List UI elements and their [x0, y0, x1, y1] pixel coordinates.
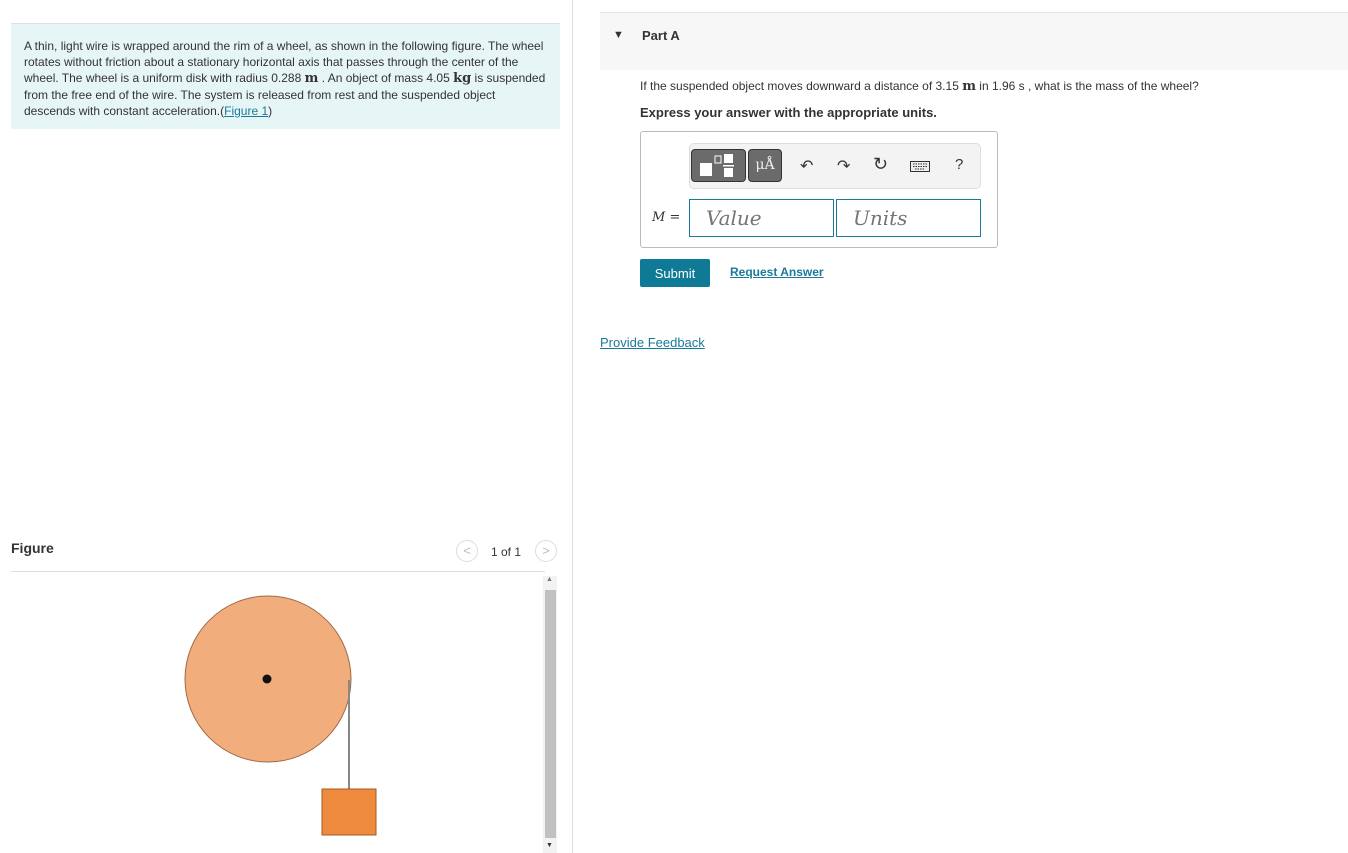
problem-statement: A thin, light wire is wrapped around the…	[11, 23, 560, 129]
undo-icon[interactable]: ↶	[800, 156, 813, 176]
help-button[interactable]: ?	[955, 156, 963, 173]
axle	[262, 674, 272, 684]
value-input[interactable]	[689, 199, 834, 237]
question-part: If the suspended object moves downward a…	[640, 79, 963, 93]
part-title: Part A	[642, 28, 680, 43]
instructions: Express your answer with the appropriate…	[640, 105, 937, 120]
prev-figure-button[interactable]: <	[456, 540, 478, 562]
units-input[interactable]	[836, 199, 981, 237]
redo-icon[interactable]: ↷	[837, 156, 850, 176]
unit: m	[962, 79, 976, 94]
problem-text: )	[268, 104, 273, 118]
answer-label: M =	[652, 209, 680, 225]
scroll-down-icon[interactable]: ▼	[546, 842, 553, 849]
question-text: If the suspended object moves downward a…	[640, 79, 1199, 94]
question-part: in 1.96 s , what is the mass of the whee…	[975, 79, 1199, 93]
divider	[11, 571, 545, 572]
unit: kg	[453, 71, 472, 86]
keyboard-icon[interactable]	[910, 161, 930, 172]
figure-heading: Figure	[11, 540, 54, 556]
part-header[interactable]: ▼ Part A	[600, 12, 1348, 70]
scroll-up-icon[interactable]: ▲	[546, 576, 553, 583]
reset-icon[interactable]: ↻	[873, 154, 888, 175]
collapse-triangle-icon[interactable]: ▼	[613, 29, 624, 41]
request-answer-link[interactable]: Request Answer	[730, 265, 824, 279]
next-figure-button[interactable]: >	[535, 540, 557, 562]
templates-icon	[700, 154, 734, 177]
math-toolbar: μÅ ↶ ↷ ↻ ?	[689, 143, 981, 189]
templates-button[interactable]	[691, 149, 746, 182]
figure-pager: 1 of 1	[491, 545, 522, 559]
figure-link[interactable]: Figure 1	[224, 104, 268, 118]
symbols-button[interactable]: μÅ	[748, 149, 782, 182]
suspended-block	[321, 788, 377, 836]
unit: m	[304, 71, 319, 86]
variable-label: M =	[652, 210, 681, 225]
wheel-figure	[184, 595, 377, 836]
problem-text: . An object of mass 4.05	[318, 71, 454, 85]
panel-divider[interactable]	[572, 0, 573, 853]
submit-button[interactable]: Submit	[640, 259, 710, 287]
scrollbar-thumb[interactable]	[545, 590, 556, 838]
provide-feedback-link[interactable]: Provide Feedback	[600, 335, 705, 350]
